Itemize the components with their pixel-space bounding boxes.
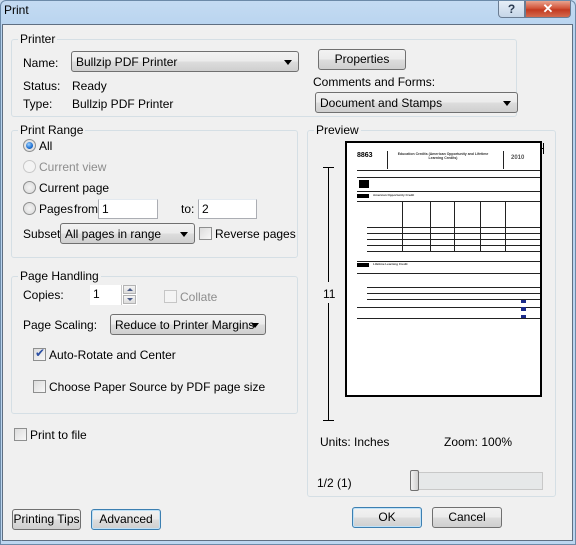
units-label: Units: Inches (320, 435, 390, 449)
height-dimension-bottom-tick (323, 420, 334, 421)
doc-rule (367, 299, 540, 300)
chevron-down-icon (284, 60, 292, 65)
subset-select[interactable]: All pages in range (60, 223, 195, 244)
printer-status-label: Status: (23, 79, 61, 93)
page-indicator: 1/2 (1) (317, 476, 352, 490)
doc-rule (357, 273, 540, 274)
doc-form-number: 8863 (357, 152, 373, 159)
comments-forms-value: Document and Stamps (320, 96, 443, 110)
doc-rule (357, 307, 540, 308)
page-scaling-value: Reduce to Printer Margins (115, 318, 255, 332)
doc-part1-title: American Opportunity Credit (373, 193, 415, 197)
reverse-pages-checkbox[interactable] (199, 227, 212, 240)
doc-rule (367, 293, 540, 294)
printing-tips-button[interactable]: Printing Tips (12, 509, 81, 530)
doc-part-badge (357, 263, 369, 267)
doc-rule (454, 201, 455, 251)
preview-group-label: Preview (314, 123, 361, 137)
paper-source-label: Choose Paper Source by PDF page size (49, 380, 266, 394)
doc-rule (387, 151, 388, 169)
properties-button[interactable]: Properties (318, 49, 406, 70)
copies-label: Copies: (23, 288, 64, 302)
printer-status-value: Ready (72, 79, 107, 93)
doc-rule (367, 287, 540, 288)
doc-rule (357, 177, 540, 178)
help-button[interactable]: ? (498, 1, 525, 18)
doc-part2-title: Lifetime Learning Credit (373, 262, 408, 266)
pages-to-input[interactable]: 2 (198, 199, 257, 219)
spin-up-icon[interactable] (123, 285, 136, 294)
height-dimension-line-bottom (328, 303, 329, 420)
radio-pages[interactable] (23, 202, 36, 215)
printer-name-value: Bullzip PDF Printer (76, 55, 178, 69)
page-slider-track[interactable] (411, 472, 543, 490)
radio-current-view-label: Current view (39, 160, 107, 174)
printer-name-label: Name: (23, 56, 59, 70)
radio-current-view (23, 160, 36, 173)
collate-checkbox (164, 290, 177, 303)
subset-label: Subset: (23, 227, 64, 241)
doc-rule (402, 201, 403, 251)
radio-current-page[interactable] (23, 181, 36, 194)
doc-blue-mark (521, 300, 526, 303)
comments-forms-select[interactable]: Document and Stamps (315, 92, 518, 113)
ok-button[interactable]: OK (352, 507, 422, 528)
auto-rotate-label: Auto-Rotate and Center (49, 348, 176, 362)
advanced-button[interactable]: Advanced (91, 509, 161, 530)
comments-forms-label: Comments and Forms: (313, 75, 436, 89)
print-range-group-label: Print Range (18, 123, 86, 137)
spin-down-icon[interactable] (123, 295, 136, 304)
doc-year: 2010 (511, 155, 525, 161)
doc-blue-mark (521, 307, 526, 311)
reverse-pages-label: Reverse pages (215, 227, 296, 241)
doc-rule (505, 201, 506, 251)
height-dimension-line-top (328, 167, 329, 282)
radio-pages-label: Pages (39, 202, 74, 216)
print-to-file-checkbox[interactable] (14, 428, 27, 441)
page-slider-thumb[interactable] (410, 470, 419, 491)
page-preview: 8863 Education Credits (American Opportu… (345, 141, 542, 397)
subset-value: All pages in range (65, 227, 162, 241)
window-title: Print (4, 3, 29, 17)
close-button[interactable]: ✕ (525, 1, 571, 18)
doc-rule (357, 318, 540, 319)
doc-rule (357, 191, 540, 192)
doc-blue-mark (521, 315, 526, 318)
chevron-down-icon (180, 232, 188, 237)
printer-name-select[interactable]: Bullzip PDF Printer (71, 51, 299, 72)
pages-to-label: to: (181, 202, 195, 216)
collate-label: Collate (180, 290, 218, 304)
printer-type-label: Type: (23, 97, 53, 111)
doc-part-badge (357, 194, 369, 198)
print-to-file-label: Print to file (30, 428, 87, 442)
radio-current-page-label: Current page (39, 181, 110, 195)
chevron-down-icon (251, 323, 259, 328)
doc-rule (430, 201, 431, 251)
radio-all-label: All (39, 139, 53, 153)
doc-rule (480, 201, 481, 251)
chevron-down-icon (503, 101, 511, 106)
page-handling-group-label: Page Handling (18, 269, 101, 283)
doc-form-title: Education Credits (American Opportunity … (397, 152, 489, 160)
zoom-label: Zoom: 100% (444, 435, 513, 449)
doc-rule (367, 251, 540, 252)
printer-group-label: Printer (18, 32, 58, 46)
doc-rule (357, 201, 540, 202)
cancel-button[interactable]: Cancel (432, 507, 502, 528)
page-scaling-select[interactable]: Reduce to Printer Margins (110, 314, 266, 335)
title-bar: Print ? ✕ (1, 1, 576, 23)
height-dimension-label: 11 (323, 287, 336, 301)
paper-source-checkbox[interactable] (33, 380, 46, 393)
copies-spinner[interactable] (121, 285, 136, 305)
auto-rotate-checkbox[interactable] (33, 346, 46, 361)
doc-rule (503, 151, 504, 169)
doc-rule (357, 170, 540, 171)
warning-icon (359, 180, 369, 188)
page-scaling-label: Page Scaling: (23, 318, 98, 332)
printer-type-value: Bullzip PDF Printer (72, 97, 174, 111)
radio-all[interactable] (23, 139, 36, 152)
pages-from-input[interactable]: 1 (98, 199, 158, 219)
